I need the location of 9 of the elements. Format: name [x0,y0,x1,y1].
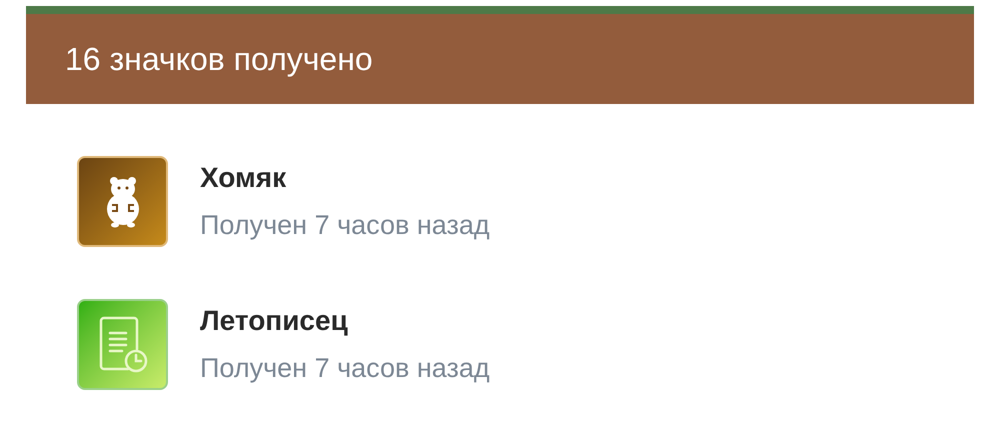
badges-count-title: 16 значков получено [65,40,373,79]
badge-received-time: Получен 7 часов назад [200,352,490,386]
badge-item[interactable]: Летописец Получен 7 часов назад [77,299,1000,390]
badge-name: Летописец [200,304,349,338]
badge-received-time: Получен 7 часов назад [200,209,490,242]
badge-item[interactable]: Хомяк Получен 7 часов назад [77,156,1000,247]
hamster-icon [106,174,140,228]
badge-name: Хомяк [200,161,288,196]
document-clock-icon [98,314,148,374]
